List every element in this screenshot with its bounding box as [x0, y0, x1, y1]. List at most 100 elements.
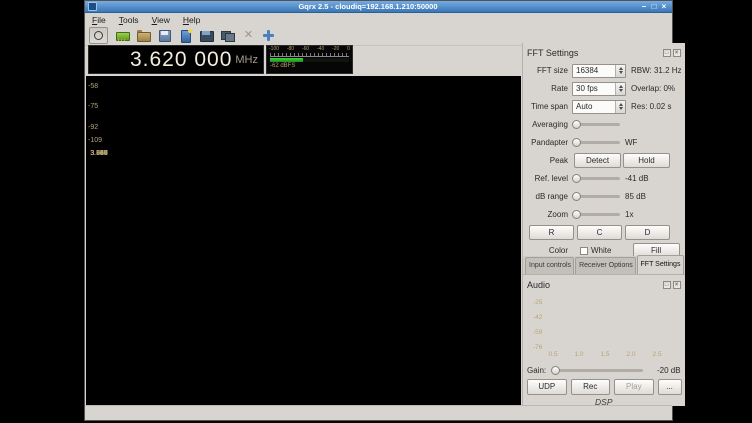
fft-settings-form: FFT size 16384 RBW: 31.2 Hz Rate 30 fps: [523, 60, 685, 258]
window-title: Gqrx 2.5 - cloudiq=192.168.1.210:50000: [97, 2, 639, 12]
zoom-slider[interactable]: [572, 209, 620, 220]
meter-track: [270, 58, 349, 62]
spin-arrows-icon[interactable]: [615, 83, 625, 95]
meter-reading: -62 dBFS: [267, 62, 352, 69]
tab-fft-settings[interactable]: FFT Settings: [637, 255, 684, 274]
white-checkbox[interactable]: [580, 247, 588, 255]
db-range-slider[interactable]: [572, 191, 620, 202]
gain-slider[interactable]: [551, 365, 643, 376]
float-panel-icon[interactable]: □: [663, 281, 671, 289]
audio-panel: Audio □ ✕ -25 -42 -59 -76 0.5 1.0 1.5 2.…: [523, 275, 685, 406]
fft-size-row: FFT size 16384 RBW: 31.2 Hz: [526, 63, 682, 78]
gain-value: -20 dB: [657, 366, 681, 375]
dsp-display-button[interactable]: [200, 29, 213, 42]
windows-button[interactable]: [221, 29, 234, 42]
fft-panel-header: FFT Settings □ ✕: [523, 43, 685, 60]
close-panel-icon[interactable]: ✕: [673, 49, 681, 57]
rbw-value: RBW: 31.2 Hz: [626, 66, 682, 75]
audio-buttons: UDP Rec Play ...: [527, 379, 682, 396]
menu-file[interactable]: File: [92, 15, 106, 26]
open-button[interactable]: [137, 29, 150, 42]
meter-scale: -100 -80 -60 -40 -20 0: [267, 46, 352, 52]
peak-hold-button[interactable]: Hold: [623, 153, 670, 168]
tools-button[interactable]: ✕: [242, 29, 255, 42]
audio-panel-title: Audio: [527, 280, 661, 290]
menu-tools[interactable]: Tools: [119, 15, 139, 26]
minimize-button[interactable]: –: [639, 2, 649, 11]
app-icon: [88, 2, 97, 11]
averaging-row: Averaging: [526, 117, 682, 132]
bookmarks-button[interactable]: [179, 29, 192, 42]
spectrum-y-label: -58: [88, 83, 98, 91]
frequency-row: 3.620 000 MHz -100 -80 -60 -40 -20 0: [85, 43, 522, 76]
ref-level-row: Ref. level -41 dB: [526, 171, 682, 186]
menubar: File Tools View Help: [85, 13, 672, 26]
gqrx-window: Gqrx 2.5 - cloudiq=192.168.1.210:50000 –…: [84, 0, 673, 421]
start-dsp-button[interactable]: [89, 27, 108, 44]
save-icon: [159, 30, 171, 42]
spin-arrows-icon[interactable]: [615, 101, 625, 113]
rate-row: Rate 30 fps Overlap: 0%: [526, 81, 682, 96]
fft-size-spinbox[interactable]: 16384: [572, 64, 626, 78]
rate-spinbox[interactable]: 30 fps: [572, 82, 626, 96]
close-panel-icon[interactable]: ✕: [673, 281, 681, 289]
waterfall-canvas[interactable]: [86, 160, 521, 408]
frequency-axis: 3.507 3.537 3.566 3.596 3.626 3.655 3.68…: [86, 148, 521, 160]
desktop-background: Gqrx 2.5 - cloudiq=192.168.1.210:50000 –…: [0, 0, 752, 423]
menu-view[interactable]: View: [152, 15, 170, 26]
status-bar: [85, 405, 672, 420]
main-content: 3.620 000 MHz -100 -80 -60 -40 -20 0: [85, 43, 672, 406]
frequency-display[interactable]: 3.620 000 MHz: [88, 45, 264, 74]
tab-input-controls[interactable]: Input controls: [525, 257, 574, 274]
spectrum-y-label: -75: [88, 103, 98, 111]
peak-detect-button[interactable]: Detect: [574, 153, 621, 168]
frequency-value[interactable]: 3.620 000: [130, 47, 232, 73]
titlebar[interactable]: Gqrx 2.5 - cloudiq=192.168.1.210:50000 –…: [85, 1, 672, 13]
float-panel-icon[interactable]: □: [663, 49, 671, 57]
play-button[interactable]: Play: [614, 379, 654, 395]
center-fft-button[interactable]: C: [577, 225, 622, 240]
save-button[interactable]: [158, 29, 171, 42]
receiver-area: 3.620 000 MHz -100 -80 -60 -40 -20 0: [85, 43, 522, 406]
fft-panel-title: FFT Settings: [527, 48, 661, 58]
time-span-spinbox[interactable]: Auto: [572, 100, 626, 114]
tab-receiver-options[interactable]: Receiver Options: [575, 257, 635, 274]
signal-meter: -100 -80 -60 -40 -20 0 -62 dBFS: [266, 45, 353, 74]
averaging-slider[interactable]: [572, 119, 620, 130]
windows-icon: [221, 31, 231, 40]
maximize-button[interactable]: □: [649, 2, 659, 11]
audio-spectrum: -25 -42 -59 -76 0.5 1.0 1.5 2.0 2.5: [529, 290, 666, 360]
center-button[interactable]: [263, 30, 276, 43]
wf-label: WF: [620, 138, 637, 147]
pandapter-row: Pandapter WF: [526, 135, 682, 150]
bookmark-icon: [181, 30, 191, 43]
settings-dock: FFT Settings □ ✕ FFT size 16384 RBW: 31.…: [522, 43, 685, 406]
power-icon: [94, 31, 103, 40]
gain-label: Gain:: [527, 366, 551, 375]
tools-icon: ✕: [244, 29, 253, 41]
open-folder-icon: [137, 32, 151, 42]
spin-arrows-icon[interactable]: [615, 65, 625, 77]
zoom-row: Zoom 1x: [526, 207, 682, 222]
peak-row: Peak Detect Hold: [526, 153, 682, 168]
pandapter-split-slider[interactable]: [572, 137, 620, 148]
ref-level-slider[interactable]: [572, 173, 620, 184]
db-range-value: 85 dB: [620, 192, 646, 201]
udp-button[interactable]: UDP: [527, 379, 567, 395]
res-value: Res: 0.02 s: [626, 102, 671, 111]
configure-io-button[interactable]: [116, 29, 129, 42]
audio-canvas: [529, 290, 666, 360]
io-devices-icon: [116, 32, 130, 41]
demod-button[interactable]: D: [625, 225, 670, 240]
rec-button[interactable]: Rec: [571, 379, 611, 395]
time-span-row: Time span Auto Res: 0.02 s: [526, 99, 682, 114]
rcd-row: R C D: [526, 225, 682, 240]
frequency-unit: MHz: [235, 54, 258, 66]
overlap-value: Overlap: 0%: [626, 84, 675, 93]
reset-button[interactable]: R: [529, 225, 574, 240]
close-button[interactable]: ×: [659, 2, 669, 11]
menu-help[interactable]: Help: [183, 15, 200, 26]
spectrum-canvas[interactable]: [86, 76, 521, 148]
audio-options-button[interactable]: ...: [658, 379, 682, 395]
db-range-row: dB range 85 dB: [526, 189, 682, 204]
